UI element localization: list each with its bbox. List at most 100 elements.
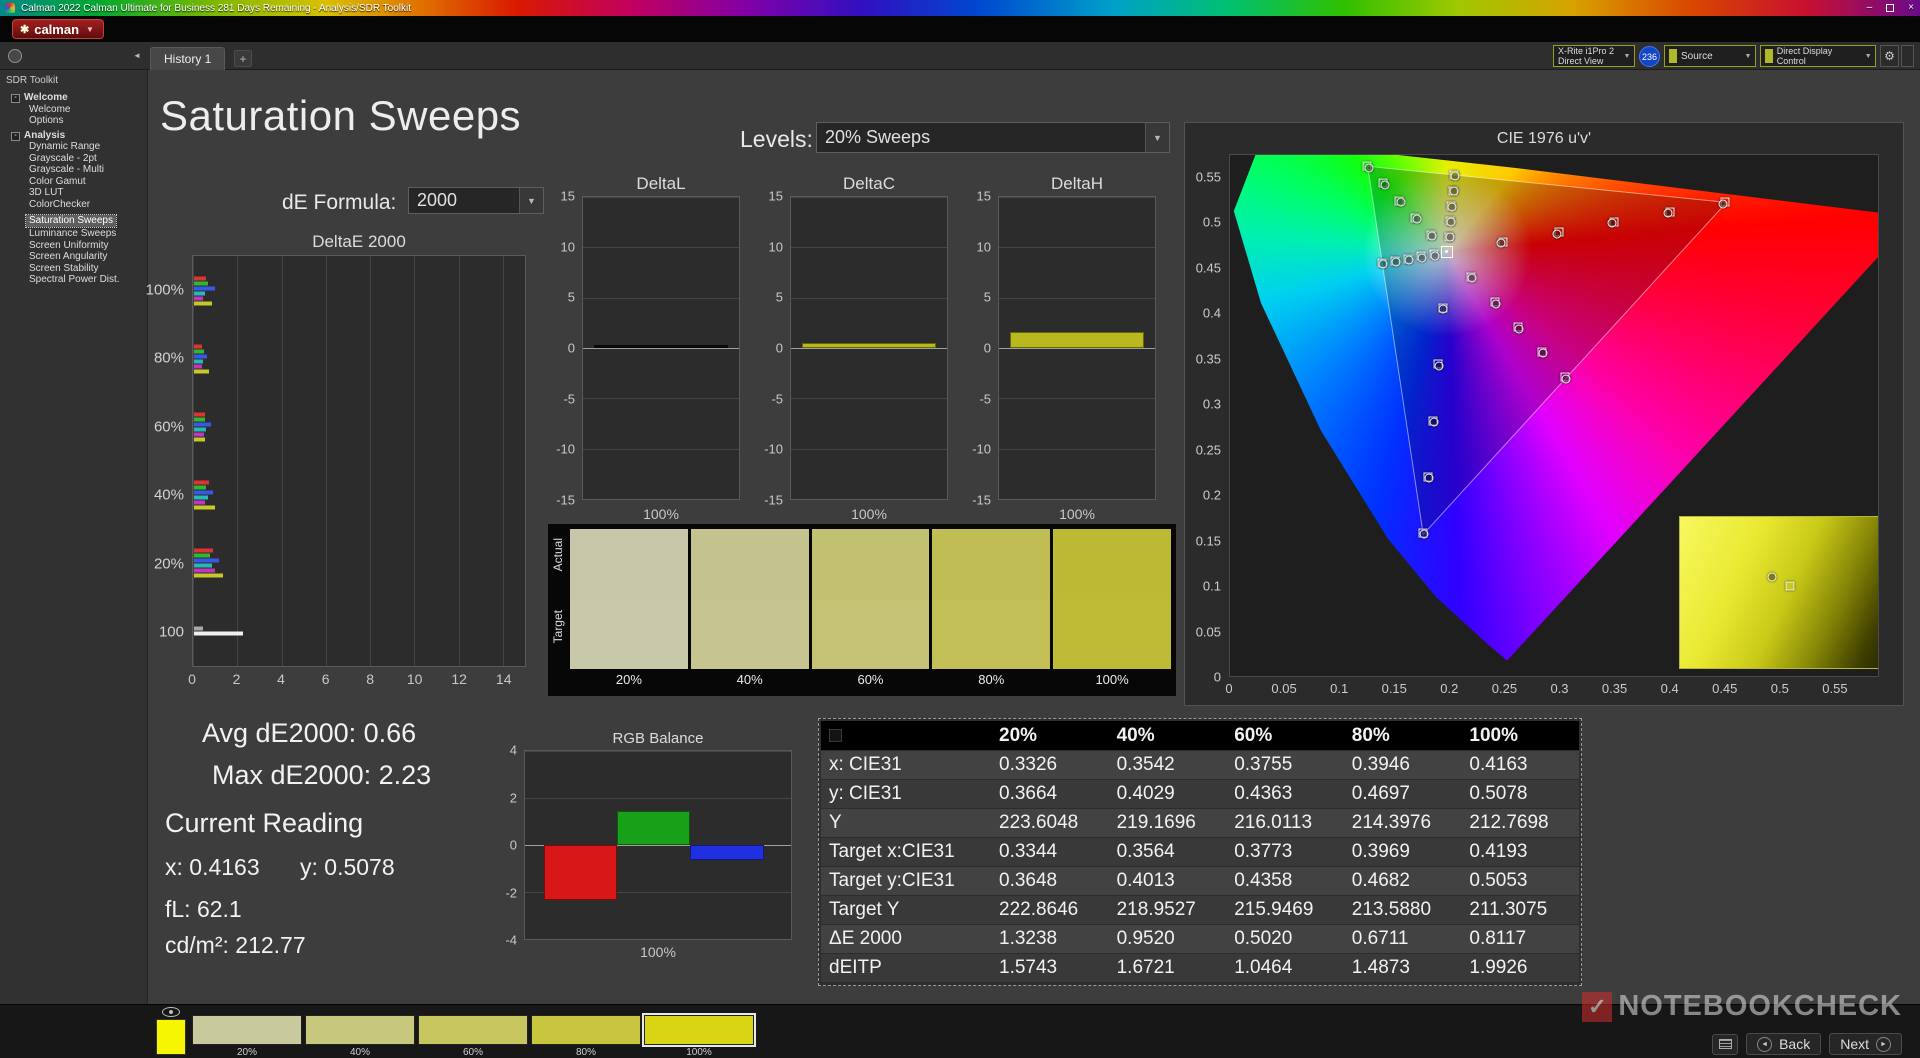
- sidebar-collapse-icon[interactable]: ◄: [130, 49, 144, 63]
- title-bar: Calman 2022 Calman Ultimate for Business…: [0, 0, 1920, 16]
- cie-inset-zoom: [1679, 516, 1878, 669]
- close-button[interactable]: ×: [1908, 0, 1914, 16]
- source-selector[interactable]: Source ▼: [1664, 45, 1756, 67]
- patch-20[interactable]: 20%: [192, 1015, 302, 1058]
- sidebar-item-grayscale-2pt[interactable]: Grayscale - 2pt: [26, 153, 147, 165]
- display-control-selector[interactable]: Direct Display Control ▼: [1760, 45, 1876, 67]
- sidebar-item-screen-angularity[interactable]: Screen Angularity: [26, 251, 147, 263]
- sidebar-item-screen-uniformity[interactable]: Screen Uniformity: [26, 240, 147, 252]
- sidebar-item-screen-stability[interactable]: Screen Stability: [26, 263, 147, 275]
- table-column-header: 20%: [991, 721, 1109, 751]
- meter-count-badge[interactable]: 236: [1639, 46, 1660, 67]
- workspace-options-button[interactable]: [8, 49, 22, 63]
- target-swatch: [690, 599, 809, 669]
- add-tab-button[interactable]: +: [234, 50, 252, 67]
- menu-bar: ✱ calman ▼: [0, 16, 1920, 42]
- deltae-bar: [194, 369, 209, 374]
- levels-dropdown[interactable]: 20% Sweeps ▼: [816, 122, 1170, 153]
- table-value-cell: 0.4682: [1343, 867, 1462, 896]
- deltae-bar-group: [194, 548, 524, 578]
- sidebar-item-grayscale-multi[interactable]: Grayscale - Multi: [26, 164, 147, 176]
- sidebar-item-welcome[interactable]: Welcome: [26, 104, 147, 116]
- table-value-cell: 0.3755: [1226, 751, 1344, 780]
- table-value-cell: 0.3648: [991, 867, 1109, 896]
- inset-target-point: [1785, 581, 1794, 591]
- patch-60[interactable]: 60%: [418, 1015, 528, 1058]
- patch-40[interactable]: 40%: [305, 1015, 415, 1058]
- minimize-button[interactable]: –: [1867, 0, 1873, 16]
- table-value-cell: 211.3075: [1461, 896, 1579, 925]
- sidebar-item-options[interactable]: Options: [26, 115, 147, 127]
- sidebar-item-3d-lut[interactable]: 3D LUT: [26, 187, 147, 199]
- cie-measured-point: [1391, 257, 1401, 267]
- deltae-chart-title: DeltaE 2000: [312, 232, 406, 251]
- table-value-cell: 0.3326: [991, 751, 1109, 780]
- patch-80[interactable]: 80%: [531, 1015, 641, 1058]
- deltae-bar: [194, 631, 244, 636]
- cie-measured-point: [1538, 348, 1548, 358]
- sidebar-item-luminance-sweeps[interactable]: Luminance Sweeps: [26, 228, 147, 240]
- de-formula-dropdown[interactable]: 2000 ▼: [408, 187, 544, 214]
- sidebar-item-color-gamut[interactable]: Color Gamut: [26, 176, 147, 188]
- cie-measured-point: [1445, 232, 1455, 242]
- current-cdm2-value: cd/m²: 212.77: [165, 932, 306, 958]
- table-value-cell: 213.5880: [1343, 896, 1462, 925]
- table-row-target-y: Target Y 222.8646 218.9527 215.9469 213.5880…: [821, 896, 1579, 925]
- deltae-bar: [194, 412, 206, 417]
- cie-measured-point: [1552, 229, 1562, 239]
- table-value-cell: 0.4013: [1108, 867, 1227, 896]
- sidebar-item-analysis[interactable]: Analysis: [8, 130, 147, 142]
- table-value-cell: 212.7698: [1461, 809, 1579, 838]
- de-formula-label: dE Formula:: [282, 191, 397, 214]
- table-value-cell: 0.4363: [1226, 780, 1344, 809]
- patch-100[interactable]: 100%: [642, 1013, 756, 1058]
- more-options-button[interactable]: [1901, 45, 1914, 67]
- cie-measured-point: [1446, 217, 1456, 227]
- table-column-header: 80%: [1343, 721, 1462, 751]
- table-value-cell: 0.3542: [1108, 751, 1227, 780]
- patch-label: 80%: [575, 1047, 596, 1058]
- sidebar-item-colorchecker[interactable]: ColorChecker: [26, 199, 147, 211]
- deltae-bar: [194, 548, 213, 553]
- tab-history-1[interactable]: History 1: [150, 47, 226, 70]
- next-button[interactable]: Next ►: [1829, 1033, 1902, 1055]
- deltae-bar: [194, 364, 202, 369]
- back-button[interactable]: ◄ Back: [1746, 1033, 1822, 1055]
- meter-selector[interactable]: X-Rite i1Pro 2 Direct View ▼: [1553, 45, 1635, 67]
- table-value-cell: 0.4163: [1461, 751, 1579, 780]
- actual-target-swatch-panel: Actual Target 20% 40% 60% 80% 100%: [548, 524, 1176, 696]
- sidebar-item-spectral-power-dist[interactable]: Spectral Power Dist.: [26, 274, 147, 286]
- rgb-balance-title: RGB Balance: [612, 730, 704, 747]
- rgb-balance-chart: RGB Balance 4 2 0 -2 -4 100%: [505, 730, 792, 970]
- table-value-cell: 0.3664: [991, 780, 1109, 809]
- table-row-label: x: CIE31: [821, 751, 991, 780]
- target-swatch: [1053, 599, 1171, 669]
- sidebar-item-saturation-sweeps[interactable]: Saturation Sweeps: [25, 214, 117, 228]
- patch-color: [531, 1015, 641, 1045]
- maximize-button[interactable]: [1886, 4, 1895, 12]
- sidebar-item-welcome[interactable]: Welcome: [8, 92, 147, 104]
- sidebar: SDR Toolkit WelcomeWelcomeOptionsAnalysi…: [0, 70, 148, 1004]
- deltae-bar: [194, 437, 205, 442]
- settings-gear-button[interactable]: ⚙: [1880, 45, 1899, 67]
- cie-measured-point: [1496, 238, 1506, 248]
- table-value-cell: 0.5053: [1461, 867, 1579, 896]
- deltae-bar: [194, 296, 204, 301]
- deltah-chart-title: DeltaH: [1051, 174, 1103, 193]
- cie-measured-point: [1449, 186, 1458, 196]
- deltae-bar: [194, 490, 214, 495]
- deltae-bar: [194, 276, 207, 281]
- list-view-button[interactable]: [1712, 1033, 1739, 1055]
- sidebar-item-dynamic-range[interactable]: Dynamic Range: [26, 141, 147, 153]
- deltae-bar: [194, 359, 204, 364]
- cie-measured-point: [1491, 299, 1501, 309]
- actual-swatch: [1053, 529, 1171, 599]
- cie-measured-point: [1429, 417, 1439, 427]
- cie-measured-point: [1718, 199, 1728, 209]
- chevron-down-icon: ▼: [86, 24, 94, 34]
- cie-measured-point: [1447, 202, 1457, 212]
- calman-logo-button[interactable]: ✱ calman ▼: [12, 19, 104, 39]
- deltae-group-label: 100: [158, 623, 184, 641]
- deltae-bar: [194, 568, 215, 573]
- rgb_balance-bar: [617, 810, 691, 845]
